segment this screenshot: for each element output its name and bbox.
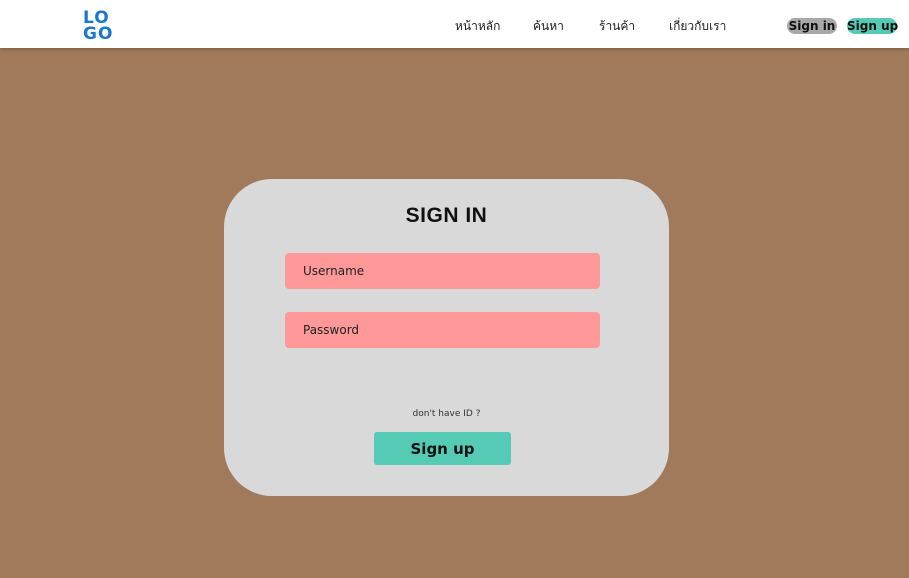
signin-card: SIGN IN don't have ID ? Sign up — [224, 179, 669, 496]
nav-item-home[interactable]: หน้าหลัก — [455, 17, 500, 36]
nav-item-about[interactable]: เกี่ยวกับเรา — [669, 17, 726, 36]
no-account-hint: don't have ID ? — [412, 409, 481, 419]
signup-button[interactable]: Sign up — [374, 432, 511, 465]
header-signup-button[interactable]: Sign up — [847, 18, 898, 34]
signin-title: SIGN IN — [405, 204, 488, 227]
nav-item-shop[interactable]: ร้านค้า — [599, 17, 635, 36]
username-input[interactable] — [285, 253, 600, 289]
header-signin-button[interactable]: Sign in — [787, 18, 837, 34]
logo-line-2: GO — [83, 24, 114, 44]
top-navbar: LO GO หน้าหลัก ค้นหา ร้านค้า เกี่ยวกับเร… — [0, 0, 909, 48]
password-input[interactable] — [285, 312, 600, 348]
page: LO GO หน้าหลัก ค้นหา ร้านค้า เกี่ยวกับเร… — [0, 0, 909, 578]
logo[interactable]: LO GO — [83, 10, 119, 44]
nav-item-search[interactable]: ค้นหา — [533, 17, 564, 36]
